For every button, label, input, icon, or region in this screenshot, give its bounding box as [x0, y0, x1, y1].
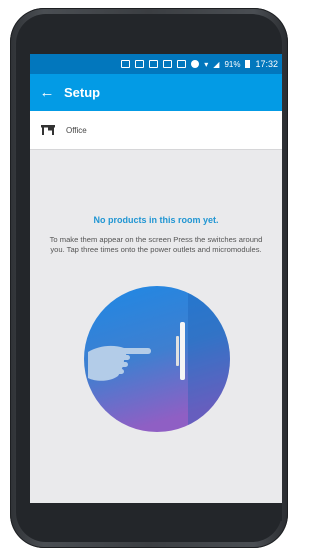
desk-icon — [30, 125, 66, 135]
back-button[interactable]: ← — [30, 84, 64, 101]
phone-chin — [30, 503, 282, 521]
signal-icon: ◢ — [213, 59, 220, 69]
app-screen: ▾ ◢ 91% 17:32 ← Setup Office No products… — [30, 54, 282, 503]
app-bar: ← Setup — [30, 74, 282, 111]
battery-percent: 91% — [224, 59, 241, 69]
status-bar: ▾ ◢ 91% 17:32 — [30, 54, 282, 74]
app-icon — [163, 60, 173, 68]
page-title: Setup — [64, 85, 101, 100]
dnd-icon — [191, 60, 200, 68]
switch-illustration — [84, 286, 230, 432]
arrow-left-icon: ← — [39, 84, 55, 101]
empty-state-title: No products in this room yet. — [93, 215, 219, 225]
calendar-icon — [135, 60, 145, 68]
room-label: Office — [66, 125, 87, 135]
clock: 17:32 — [255, 59, 278, 69]
app-icon — [177, 60, 187, 68]
notification-icon — [121, 60, 131, 68]
wifi-icon: ▾ — [204, 59, 209, 69]
empty-state-message: To make them appear on the screen Press … — [49, 235, 263, 254]
room-row[interactable]: Office — [30, 111, 282, 150]
app-icon — [149, 60, 159, 68]
battery-icon — [245, 60, 251, 68]
